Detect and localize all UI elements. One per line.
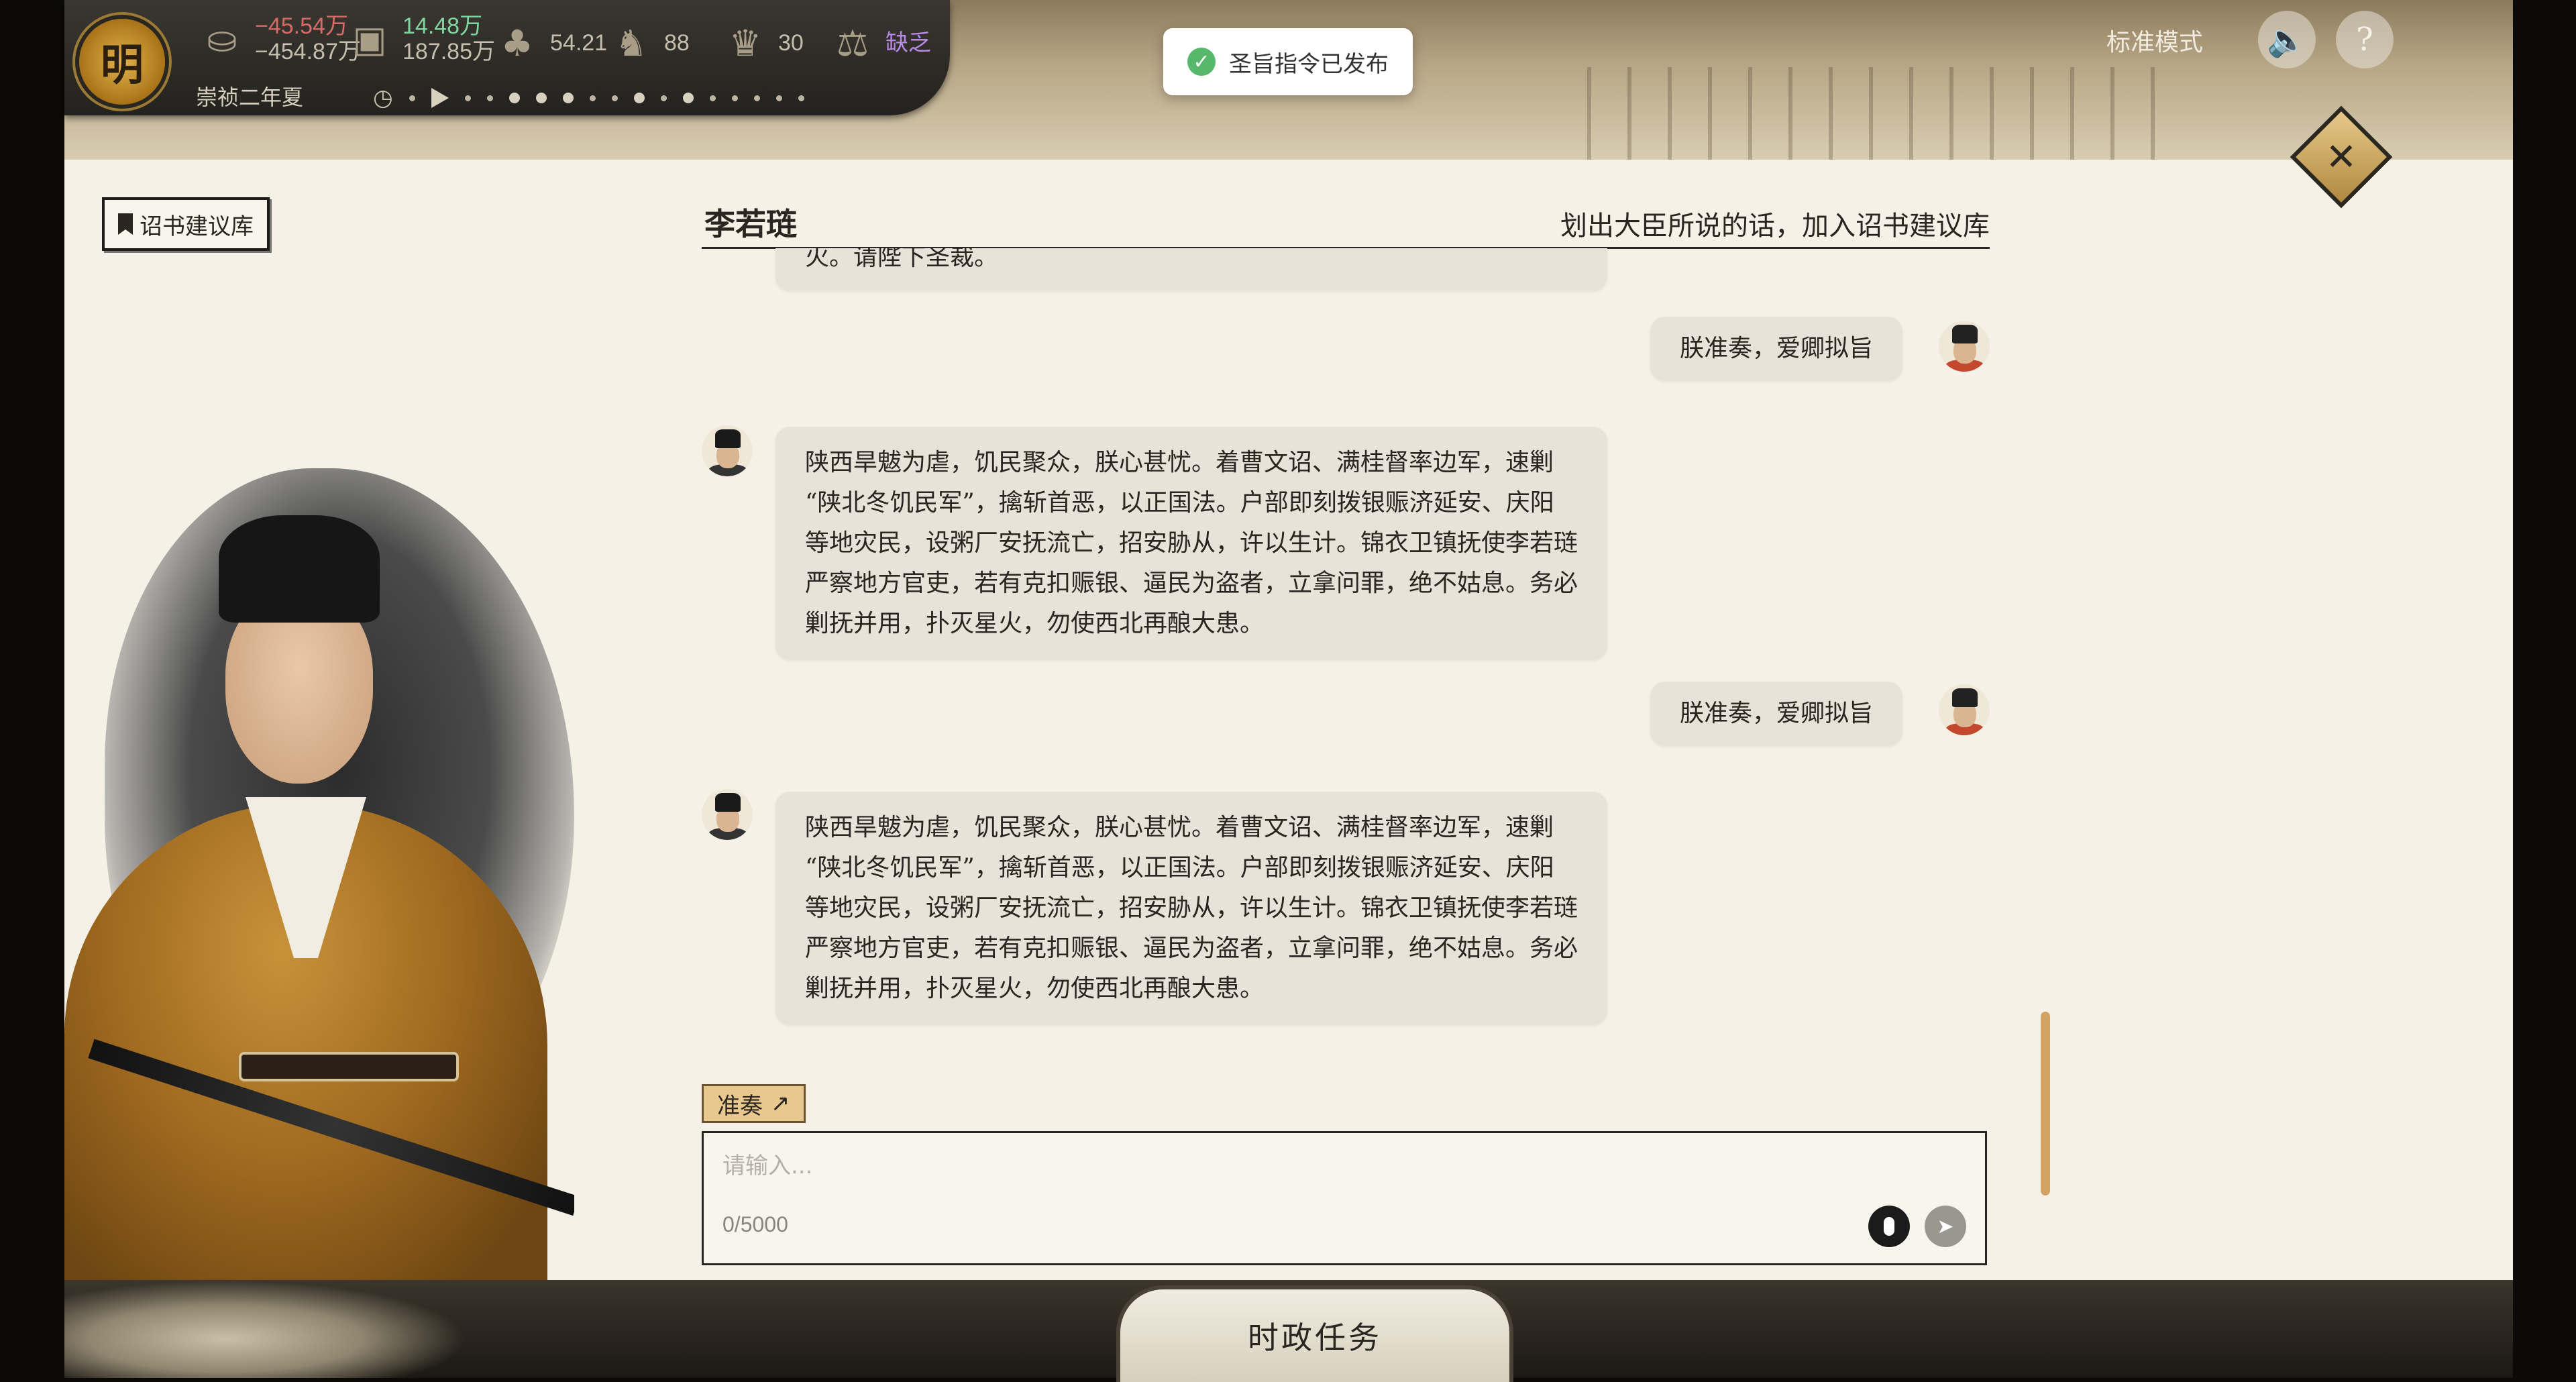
silver-stat[interactable]: ⛀ −45.54万 −454.87万 — [199, 13, 361, 64]
timeline-dot — [633, 93, 645, 103]
timeline-dot — [798, 95, 804, 101]
emperor-avatar — [1939, 321, 1990, 372]
calligraphy-decoration — [1587, 67, 2191, 161]
play-icon[interactable] — [431, 88, 449, 108]
stat-b-value: 88 — [664, 30, 690, 56]
minister-avatar — [702, 425, 753, 476]
chat-messages[interactable]: 火。请陛下圣裁。 朕准奏，爱卿拟旨 陕西旱魃为虐，饥民聚众，朕心甚忧。着曹文诏、… — [702, 248, 1990, 1033]
timeline-dot — [731, 95, 738, 101]
message-line: 剿抚并用，扑灭星火，勿使西北再酿大患。 — [805, 610, 1265, 637]
grain-stat[interactable]: ▣ 14.48万 187.85万 — [346, 13, 495, 64]
minister-message[interactable]: 陕西旱魃为虐，饥民聚众，朕心甚忧。着曹文诏、满桂督率边军，速剿 “陕北冬饥民军”… — [775, 792, 1607, 1025]
stat-d[interactable]: ⚖ 缺乏 — [829, 21, 931, 64]
treasury-chest-icon: ▣ — [352, 17, 387, 60]
message-line: 等地灾民，设粥厂安抚流亡，招安胁从，许以生计。锦衣卫镇抚使李若琏 — [805, 529, 1578, 557]
edict-library-label: 诏书建议库 — [140, 213, 254, 240]
timeline-dot — [709, 95, 716, 101]
minister-dialog-panel: ✕ 诏书建议库 李若琏 划出大臣所说的话，加入诏书建议库 火。请陛下圣裁。 朕准… — [64, 111, 2513, 1280]
close-icon: ✕ — [2325, 135, 2357, 179]
chat-scrollbar[interactable] — [2041, 1012, 2050, 1195]
silver-delta: −45.54万 — [255, 13, 348, 39]
microphone-icon — [1884, 1217, 1894, 1236]
message-line: 陕西旱魃为虐，饥民聚众，朕心甚忧。着曹文诏、满桂督率边军，速剿 — [805, 814, 1554, 841]
success-toast: ✓ 圣旨指令已发布 — [1163, 28, 1413, 95]
dynasty-emblem[interactable]: 明 — [79, 19, 165, 105]
era-label: 崇祯二年夏 — [196, 85, 304, 110]
help-button[interactable]: ? — [2336, 11, 2394, 68]
stat-c[interactable]: ♛ 30 — [722, 21, 804, 64]
message-text: 朕准奏，爱卿拟旨 — [1679, 335, 1873, 362]
grain-total: 187.85万 — [402, 39, 495, 64]
season-timeline[interactable]: ◷ — [373, 85, 804, 111]
game-mode-label[interactable]: 标准模式 — [2106, 23, 2203, 58]
minister-avatar — [702, 789, 753, 840]
stat-c-value: 30 — [778, 30, 804, 56]
minister-message[interactable]: 火。请陛下圣裁。 — [775, 248, 1607, 291]
message-input[interactable] — [721, 1145, 1797, 1187]
timeline-dot — [660, 95, 667, 101]
silver-ingot-icon: ⛀ — [207, 17, 237, 60]
emperor-message: 朕准奏，爱卿拟旨 — [1650, 317, 1902, 381]
arrow-up-right-icon: ↗ — [771, 1090, 790, 1117]
speaker-icon: 🔈 — [2267, 21, 2307, 59]
resource-status-bar: 明 ⛀ −45.54万 −454.87万 ▣ 14.48万 187.85万 ♣ … — [64, 0, 950, 115]
emperor-avatar — [1939, 684, 1990, 735]
message-line: 严察地方官吏，若有克扣赈银、逼民为盗者，立拿问罪，绝不姑息。务必 — [805, 570, 1578, 597]
approve-button[interactable]: 准奏 ↗ — [702, 1084, 806, 1123]
emperor-message: 朕准奏，爱卿拟旨 — [1650, 682, 1902, 746]
message-line: 严察地方官吏，若有克扣赈银、逼民为盗者，立拿问罪，绝不姑息。务必 — [805, 935, 1578, 962]
dragon-icon: ♛ — [729, 21, 762, 64]
message-input-box[interactable]: 0/5000 ➤ — [702, 1131, 1987, 1265]
char-counter: 0/5000 — [722, 1212, 788, 1236]
send-icon: ➤ — [1937, 1214, 1954, 1238]
edict-library-button[interactable]: 诏书建议库 — [102, 197, 270, 251]
help-icon: ? — [2356, 21, 2373, 58]
minister-name: 李若琏 — [704, 206, 797, 242]
send-button[interactable]: ➤ — [1925, 1206, 1966, 1247]
bookmark-icon — [118, 213, 133, 235]
minister-portrait — [64, 448, 574, 1280]
people-icon: ♣ — [500, 21, 534, 64]
portrait-belt — [239, 1052, 459, 1081]
scales-icon: ⚖ — [836, 21, 869, 64]
microphone-button[interactable] — [1868, 1206, 1910, 1247]
grain-delta: 14.48万 — [402, 13, 483, 39]
timeline-dot — [562, 93, 574, 103]
stat-b[interactable]: ♞ 88 — [608, 21, 690, 64]
selection-hint: 划出大臣所说的话，加入诏书建议库 — [1560, 211, 1990, 242]
message-line: “陕北冬饥民军”，擒斩首恶，以正国法。户部即刻拨银赈济延安、庆阳 — [805, 489, 1554, 517]
ink-wash-decoration — [64, 1280, 467, 1378]
message-text: 朕准奏，爱卿拟旨 — [1679, 700, 1873, 727]
political-tasks-tab[interactable]: 时政任务 — [1116, 1285, 1513, 1382]
timeline-dot — [611, 95, 618, 101]
timeline-dot — [508, 93, 520, 103]
toast-text: 圣旨指令已发布 — [1229, 50, 1389, 78]
message-line: 剿抚并用，扑灭星火，勿使西北再酿大患。 — [805, 975, 1265, 1002]
message-line: 等地灾民，设粥厂安抚流亡，招安胁从，许以生计。锦衣卫镇抚使李若琏 — [805, 894, 1578, 922]
timeline-dot — [535, 93, 547, 103]
timeline-dot — [753, 95, 760, 101]
chat-header: 李若琏 划出大臣所说的话，加入诏书建议库 — [702, 180, 1990, 249]
timeline-dot — [682, 93, 694, 103]
portrait-hat — [219, 515, 380, 623]
approve-label: 准奏 — [717, 1092, 763, 1120]
message-line: 陕西旱魃为虐，饥民聚众，朕心甚忧。着曹文诏、满桂督率边军，速剿 — [805, 449, 1554, 476]
timeline-dot — [775, 95, 782, 101]
silver-total: −454.87万 — [255, 39, 361, 64]
political-tasks-label: 时政任务 — [1248, 1320, 1382, 1356]
stat-a[interactable]: ♣ 54.21 — [494, 21, 608, 64]
sound-button[interactable]: 🔈 — [2258, 11, 2316, 68]
horse-icon: ♞ — [614, 21, 648, 64]
stat-a-value: 54.21 — [550, 30, 608, 56]
timeline-dot — [589, 95, 596, 101]
clock-icon: ◷ — [373, 85, 393, 111]
timeline-dot — [464, 95, 471, 101]
message-line: 火。请陛下圣裁。 — [805, 248, 999, 271]
minister-message[interactable]: 陕西旱魃为虐，饥民聚众，朕心甚忧。着曹文诏、满桂督率边军，速剿 “陕北冬饥民军”… — [775, 427, 1607, 660]
timeline-dot — [409, 95, 415, 101]
message-line: “陕北冬饥民军”，擒斩首恶，以正国法。户部即刻拨银赈济延安、庆阳 — [805, 854, 1554, 882]
timeline-dot — [486, 95, 493, 101]
check-icon: ✓ — [1187, 48, 1216, 76]
stat-d-value: 缺乏 — [885, 30, 931, 56]
